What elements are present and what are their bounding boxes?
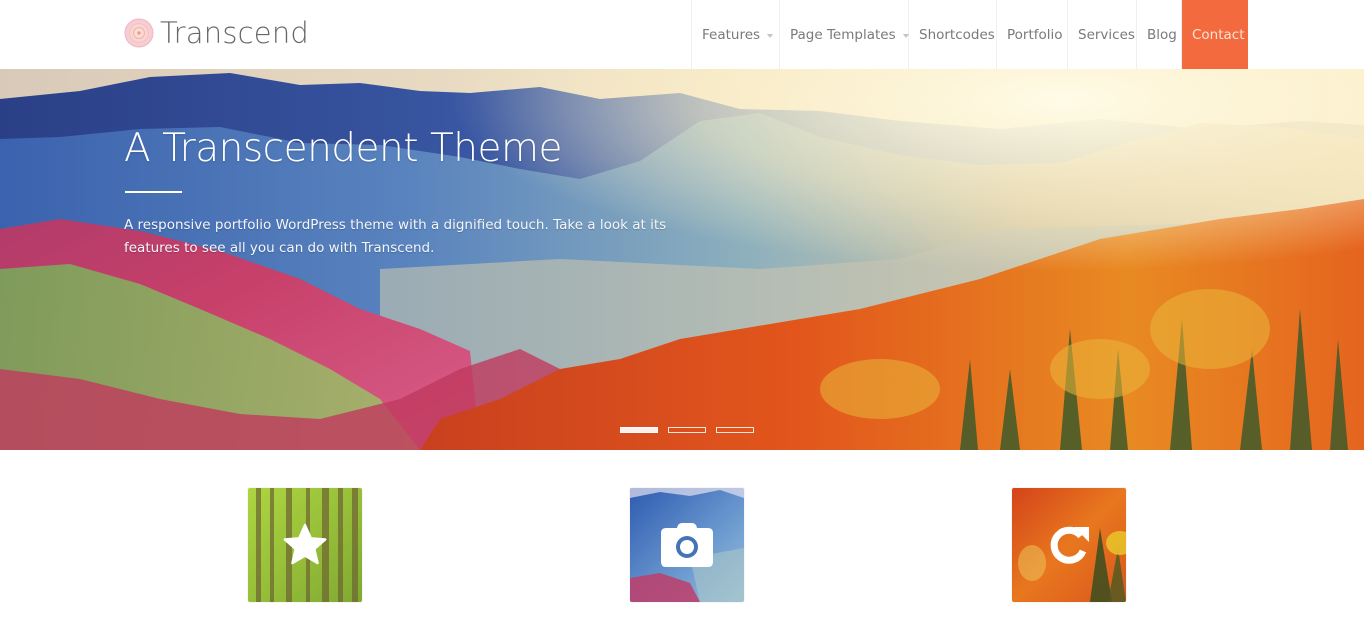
nav-item-shortcodes[interactable]: Shortcodes xyxy=(908,0,996,69)
slide-indicator-1[interactable] xyxy=(620,427,658,433)
site-header: Transcend Features Page Templates Shortc… xyxy=(0,0,1364,69)
hero-divider xyxy=(125,191,182,193)
caret-down-icon xyxy=(902,33,909,38)
feature-tile-refresh[interactable] xyxy=(1012,488,1126,602)
nav-item-portfolio[interactable]: Portfolio xyxy=(996,0,1067,69)
hero-description: A responsive portfolio WordPress theme w… xyxy=(124,217,667,256)
camera-icon xyxy=(661,523,713,567)
nav-item-label: Features xyxy=(702,26,761,43)
nav-item-features[interactable]: Features xyxy=(691,0,779,69)
nav-item-contact[interactable]: Contact xyxy=(1182,0,1248,69)
nav-item-services[interactable]: Services xyxy=(1067,0,1136,69)
caret-down-icon xyxy=(767,33,774,38)
slider-pagination xyxy=(620,427,754,433)
star-icon xyxy=(283,523,327,565)
feature-tile-camera[interactable] xyxy=(630,488,744,602)
hero-slider: A Transcendent Theme A responsive portfo… xyxy=(0,69,1364,450)
nav-item-label: Page Templates xyxy=(790,26,896,43)
refresh-icon xyxy=(1050,526,1089,564)
feature-tile-star[interactable] xyxy=(248,488,362,602)
concentric-circles-logo-icon xyxy=(124,18,154,48)
site-logo[interactable]: Transcend xyxy=(124,16,309,50)
nav-item-label: Contact xyxy=(1192,26,1245,43)
nav-item-label: Services xyxy=(1078,26,1135,43)
slide-indicator-3[interactable] xyxy=(716,427,754,433)
nav-item-page-templates[interactable]: Page Templates xyxy=(779,0,909,69)
nav-item-blog[interactable]: Blog xyxy=(1136,0,1182,69)
main-nav: Features Page Templates Shortcodes Portf… xyxy=(691,0,1248,69)
slide-indicator-2[interactable] xyxy=(668,427,706,433)
nav-item-label: Blog xyxy=(1147,26,1177,43)
nav-item-label: Shortcodes xyxy=(919,26,995,43)
nav-item-label: Portfolio xyxy=(1007,26,1063,43)
hero-title: A Transcendent Theme xyxy=(124,126,562,171)
site-title: Transcend xyxy=(160,16,310,50)
